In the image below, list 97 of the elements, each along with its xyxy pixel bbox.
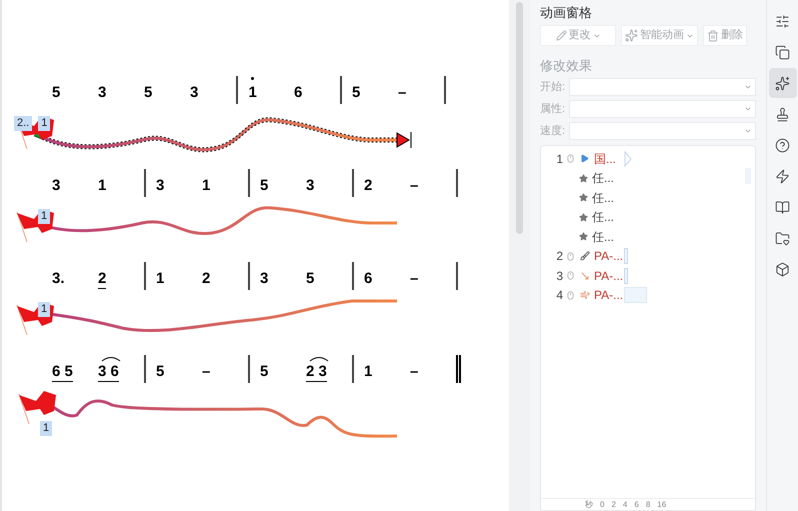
field-label: 属性: bbox=[540, 102, 566, 117]
brush-icon bbox=[580, 251, 590, 262]
mouse-icon bbox=[566, 290, 575, 300]
star-icon bbox=[579, 232, 588, 242]
ruler-label: 6 bbox=[634, 500, 639, 508]
star-icon bbox=[579, 212, 588, 222]
note: 2 bbox=[364, 178, 372, 196]
animation-item[interactable]: 1 国... bbox=[541, 149, 755, 168]
timing-bar bbox=[624, 287, 647, 304]
stamp-icon bbox=[775, 106, 790, 122]
ruler-label: 8 bbox=[646, 500, 650, 508]
mouse-icon bbox=[566, 154, 575, 164]
timing-bar bbox=[624, 268, 628, 284]
note: 1 bbox=[98, 178, 106, 196]
scrollbar-thumb[interactable] bbox=[516, 2, 523, 234]
dropdown-field[interactable] bbox=[569, 78, 756, 96]
animation-sub-item[interactable]: 任... bbox=[541, 208, 755, 227]
note: 2 3 bbox=[306, 363, 327, 382]
star-icon bbox=[579, 193, 588, 202]
section-title: 修改效果 bbox=[540, 57, 593, 74]
flag-icon bbox=[18, 391, 56, 424]
animation-item[interactable]: 2 PA-... bbox=[541, 246, 755, 266]
note: 5 bbox=[156, 364, 164, 382]
animation-sub-item[interactable]: 任... bbox=[541, 168, 755, 188]
caret-icon bbox=[744, 127, 752, 135]
note: 5 bbox=[144, 85, 152, 103]
mouse-icon bbox=[566, 271, 575, 280]
animation-number-tag: 1 bbox=[38, 302, 50, 317]
note: 3 bbox=[156, 178, 164, 196]
note: 3 bbox=[260, 271, 268, 289]
sliders-icon bbox=[775, 14, 790, 28]
animation-sub-item[interactable]: 任... bbox=[541, 227, 755, 246]
ruler-label: 16 bbox=[657, 500, 666, 508]
note: 2 bbox=[202, 271, 210, 289]
star-icon bbox=[579, 174, 588, 183]
animation-sub-item[interactable]: 任... bbox=[541, 188, 755, 208]
note: 3 6 bbox=[98, 363, 119, 382]
caret-icon bbox=[744, 83, 752, 91]
note: 5 bbox=[52, 85, 60, 103]
mouse-icon bbox=[566, 252, 575, 261]
note: 1 bbox=[248, 85, 257, 103]
note: 5 bbox=[352, 85, 360, 103]
note: 6 bbox=[364, 271, 372, 289]
note: 1 bbox=[202, 178, 210, 196]
note: 3 bbox=[190, 85, 198, 103]
copy-icon bbox=[775, 44, 790, 60]
folder-icon bbox=[775, 230, 790, 246]
note: – bbox=[398, 85, 406, 103]
sparkle-star-icon bbox=[625, 29, 638, 42]
note: – bbox=[410, 178, 418, 196]
arrow-icon bbox=[580, 270, 590, 281]
lightning-icon bbox=[775, 168, 790, 184]
animation-number-tag: 1 bbox=[40, 421, 52, 436]
animation-number-tag: 2.. bbox=[14, 116, 32, 131]
tie-arc bbox=[309, 356, 329, 362]
note: 5 bbox=[260, 178, 268, 196]
dropdown-field[interactable] bbox=[569, 122, 756, 140]
timing-bar bbox=[624, 248, 628, 264]
tie-arc bbox=[101, 356, 121, 362]
caret-icon bbox=[744, 105, 752, 113]
note: 2 bbox=[98, 271, 106, 289]
sparkle-star-icon bbox=[775, 76, 790, 90]
animation-number-tag: 1 bbox=[38, 209, 50, 224]
note: 3 bbox=[98, 85, 106, 103]
trash-icon bbox=[707, 30, 719, 42]
note: 3. bbox=[52, 271, 65, 289]
note: 1 bbox=[364, 364, 372, 382]
note: 3 bbox=[306, 178, 314, 196]
note: 5 bbox=[306, 271, 314, 289]
ruler-label: 0 bbox=[600, 500, 604, 508]
selected-path-outline[interactable] bbox=[34, 117, 412, 152]
ruler-label: 秒 bbox=[585, 500, 593, 508]
box-icon bbox=[775, 262, 790, 276]
timing-marker bbox=[624, 150, 632, 167]
help-icon bbox=[775, 138, 790, 152]
animation-item[interactable]: 3 PA-... bbox=[541, 266, 755, 286]
dropdown-field[interactable] bbox=[569, 100, 756, 118]
field-label: 开始: bbox=[540, 80, 566, 95]
pencil-icon bbox=[556, 30, 566, 41]
animation-number-tag: 1 bbox=[38, 116, 50, 131]
play-icon bbox=[580, 154, 589, 164]
note: – bbox=[410, 364, 418, 382]
note: – bbox=[202, 364, 210, 382]
note: 3 bbox=[52, 178, 60, 196]
animation-item[interactable]: 4 PA-... bbox=[541, 286, 755, 305]
field-label: 速度: bbox=[540, 124, 566, 139]
note: – bbox=[410, 271, 418, 289]
ruler-label: 4 bbox=[622, 500, 628, 508]
note: 6 bbox=[294, 85, 302, 103]
note: 5 bbox=[260, 364, 268, 382]
note: 1 bbox=[156, 271, 164, 289]
ruler-label: 2 bbox=[611, 500, 616, 508]
panel-title: 动画窗格 bbox=[540, 4, 593, 22]
swirl-icon bbox=[580, 290, 590, 300]
note: 6 5 bbox=[52, 364, 73, 382]
book-icon bbox=[775, 200, 790, 214]
sidebar-tab[interactable] bbox=[768, 68, 796, 98]
